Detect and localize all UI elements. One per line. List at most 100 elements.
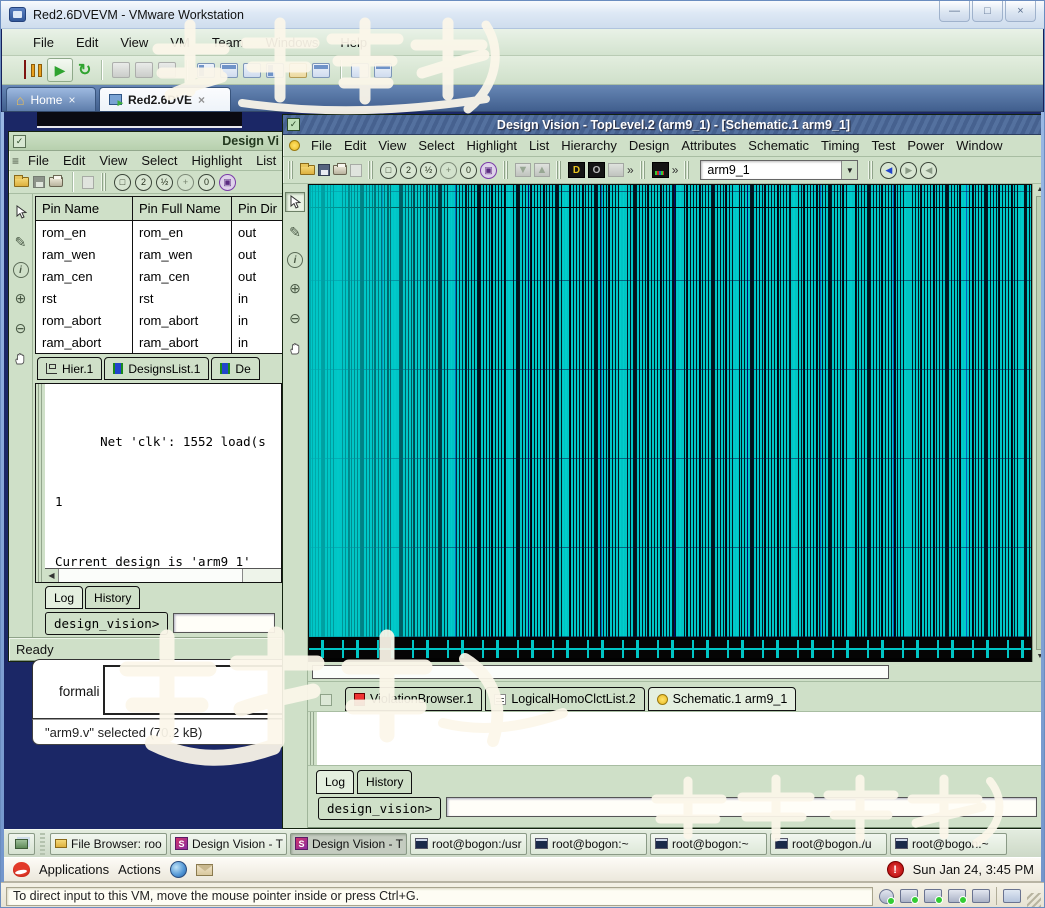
zoom-zero-icon[interactable]: 0 bbox=[460, 162, 477, 179]
dvl-menu-edit[interactable]: Edit bbox=[56, 152, 92, 169]
scroll-left-icon[interactable]: ◀ bbox=[45, 569, 59, 582]
dock-handle[interactable] bbox=[503, 161, 509, 179]
pan-hand-icon[interactable] bbox=[285, 338, 305, 358]
nav-extra-icon[interactable]: ◀ bbox=[920, 162, 937, 179]
dvm-menu-hierarchy[interactable]: Hierarchy bbox=[555, 136, 623, 155]
clock[interactable]: Sun Jan 24, 3:45 PM bbox=[913, 862, 1034, 877]
open-icon[interactable] bbox=[300, 165, 315, 175]
dvl-log-text[interactable]: Net 'clk': 1552 load(s 1 Current design … bbox=[45, 384, 281, 582]
more-tools-icon[interactable]: » bbox=[627, 163, 634, 177]
zoom-in-icon[interactable]: ⊕ bbox=[11, 288, 31, 308]
web-browser-icon[interactable] bbox=[170, 861, 187, 878]
tab-home[interactable]: ⌂ Home × bbox=[6, 87, 96, 111]
sound-device-icon[interactable] bbox=[948, 889, 966, 903]
cell[interactable]: out bbox=[232, 243, 280, 265]
network-device-icon[interactable] bbox=[924, 889, 942, 903]
zoom-fit-icon[interactable]: ▣ bbox=[480, 162, 497, 179]
applications-menu[interactable]: Applications bbox=[39, 862, 109, 877]
tab-close-icon[interactable]: × bbox=[68, 93, 75, 107]
schematic-hscroll[interactable] bbox=[308, 662, 1043, 682]
zoom-zero-icon[interactable]: 0 bbox=[198, 174, 215, 191]
menu-help[interactable]: Help bbox=[329, 31, 378, 54]
zoom-half-icon[interactable]: ½ bbox=[420, 162, 437, 179]
dvm-menu-schematic[interactable]: Schematic bbox=[742, 136, 815, 155]
cell[interactable]: in bbox=[232, 331, 280, 353]
power-on-button[interactable]: ▶ bbox=[47, 58, 73, 82]
dvm-menu-design[interactable]: Design bbox=[623, 136, 675, 155]
window-menu-icon[interactable]: ✓ bbox=[13, 135, 26, 148]
horizontal-scrollbar[interactable]: ◀ bbox=[45, 568, 281, 582]
actions-menu[interactable]: Actions bbox=[118, 862, 161, 877]
design-combobox[interactable]: arm9_1 ▼ bbox=[700, 160, 858, 180]
resize-grip[interactable] bbox=[1027, 893, 1041, 907]
dock-handle[interactable] bbox=[556, 161, 562, 179]
cell[interactable]: ram_wen bbox=[36, 243, 133, 265]
cell[interactable]: rom_abort bbox=[36, 309, 133, 331]
disabled-tool-icon[interactable] bbox=[608, 163, 624, 177]
dvm-menu-list[interactable]: List bbox=[523, 136, 555, 155]
window-menu-icon[interactable]: ✓ bbox=[287, 118, 300, 131]
redhat-icon[interactable] bbox=[13, 862, 30, 877]
dvm-log-text[interactable]: Current design is 'arm9_1'. design_visio… bbox=[317, 712, 1043, 765]
print-icon[interactable] bbox=[49, 177, 63, 187]
select-cursor-icon[interactable] bbox=[11, 202, 31, 222]
tab-hier[interactable]: Hier.1 bbox=[37, 357, 102, 380]
appliance-view-button[interactable] bbox=[266, 63, 284, 78]
cell[interactable]: ram_abort bbox=[133, 331, 232, 353]
message-log-icon[interactable] bbox=[1003, 889, 1021, 903]
menu-edit[interactable]: Edit bbox=[65, 31, 109, 54]
dock-handle[interactable] bbox=[868, 161, 874, 179]
menu-view[interactable]: View bbox=[109, 31, 159, 54]
chevron-down-icon[interactable]: ▼ bbox=[841, 161, 857, 179]
cell[interactable]: rst bbox=[133, 287, 232, 309]
command-input[interactable] bbox=[446, 797, 1037, 817]
zoom-out-icon[interactable]: ⊖ bbox=[285, 308, 305, 328]
dvm-menu-edit[interactable]: Edit bbox=[338, 136, 372, 155]
dvm-menu-highlight[interactable]: Highlight bbox=[460, 136, 523, 155]
tab-designs-list[interactable]: DesignsList.1 bbox=[104, 357, 209, 380]
back-icon[interactable]: ◀ bbox=[880, 162, 897, 179]
dvm-menu-timing[interactable]: Timing bbox=[815, 136, 866, 155]
col-pin-dir[interactable]: Pin Dir bbox=[232, 197, 280, 220]
dvl-menu-file[interactable]: File bbox=[21, 152, 56, 169]
col-pin-full-name[interactable]: Pin Full Name bbox=[133, 197, 232, 220]
capture-button[interactable] bbox=[374, 63, 392, 78]
more-tools-icon[interactable]: » bbox=[672, 163, 679, 177]
table-row[interactable]: rom_abort rom_abort in bbox=[36, 309, 282, 331]
scrollbar-thumb[interactable] bbox=[59, 569, 243, 582]
harddisk-device-icon[interactable] bbox=[900, 889, 918, 903]
dvm-menu-window[interactable]: Window bbox=[950, 136, 1008, 155]
new-schematic-icon[interactable] bbox=[82, 176, 94, 189]
menu-file[interactable]: File bbox=[22, 31, 65, 54]
new-schematic-icon[interactable] bbox=[350, 164, 362, 177]
dvm-menu-select[interactable]: Select bbox=[412, 136, 460, 155]
cell[interactable]: out bbox=[232, 221, 280, 243]
tab-close-icon[interactable]: × bbox=[198, 93, 205, 107]
schematic-canvas[interactable] bbox=[308, 184, 1032, 662]
tab-scroll-icon[interactable] bbox=[320, 694, 332, 706]
unity-button[interactable] bbox=[289, 63, 307, 78]
dock-handle[interactable] bbox=[368, 161, 374, 179]
select-cursor-icon[interactable] bbox=[285, 192, 305, 212]
pencil-icon[interactable]: ✎ bbox=[11, 232, 31, 252]
zoom-prev-icon[interactable]: + bbox=[177, 174, 194, 191]
taskbar-item-terminal-1[interactable]: root@bogon:/usr bbox=[410, 833, 527, 855]
table-row[interactable]: ram_abort ram_abort in bbox=[36, 331, 282, 353]
zoom-half-icon[interactable]: ½ bbox=[156, 174, 173, 191]
zoom-full-icon[interactable]: □ bbox=[380, 162, 397, 179]
alert-notification-icon[interactable]: ! bbox=[887, 861, 904, 878]
tab-log[interactable]: Log bbox=[45, 586, 83, 609]
prompt-button[interactable]: design_vision> bbox=[45, 612, 168, 635]
fullscreen-button[interactable] bbox=[312, 63, 330, 78]
tab-history[interactable]: History bbox=[85, 586, 140, 609]
design-o-icon[interactable]: O bbox=[588, 162, 605, 178]
table-row[interactable]: ram_cen ram_cen out bbox=[36, 265, 282, 287]
info-icon[interactable]: i bbox=[13, 262, 29, 278]
pencil-icon[interactable]: ✎ bbox=[285, 222, 305, 242]
dc-shell-console[interactable]: Initializing... dc_shell > bbox=[103, 665, 286, 715]
scrollbar-track[interactable] bbox=[312, 665, 889, 679]
dvl-titlebar[interactable]: ✓ Design Vi bbox=[9, 132, 285, 151]
tab-logical-homo-clct-list[interactable]: LogicalHomoClctList.2 bbox=[485, 687, 644, 711]
cell[interactable]: in bbox=[232, 309, 280, 331]
panel-handle[interactable] bbox=[40, 833, 45, 855]
